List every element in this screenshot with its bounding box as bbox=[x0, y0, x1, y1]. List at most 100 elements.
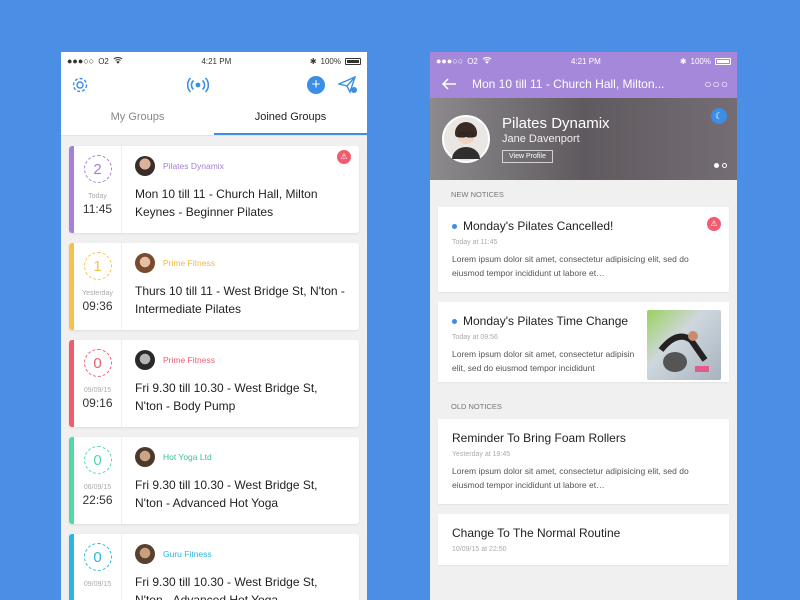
avatar bbox=[135, 350, 155, 370]
card-body: Pilates Dynamix Mon 10 till 11 - Church … bbox=[122, 146, 359, 233]
group-name: Hot Yoga Ltd bbox=[163, 452, 212, 462]
battery-percent: 100% bbox=[690, 56, 711, 66]
header: ●●●○○ O2 4:21 PM ✱ 100% Mon 10 till 11 -… bbox=[430, 52, 737, 98]
group-card[interactable]: 0 09/09/15 09:16 Prime Fitness Fri 9.30 … bbox=[69, 340, 359, 427]
avatar bbox=[135, 447, 155, 467]
notice-title: Monday's Pilates Cancelled! bbox=[463, 219, 614, 233]
notice-card[interactable]: Monday's Pilates Time Change Today at 09… bbox=[438, 302, 729, 382]
card-body: Prime Fitness Thurs 10 till 11 - West Br… bbox=[122, 243, 359, 330]
notice-card[interactable]: Reminder To Bring Foam Rollers Yesterday… bbox=[438, 419, 729, 504]
bluetooth-icon: ✱ bbox=[679, 56, 687, 66]
unread-count: 1 bbox=[83, 252, 112, 280]
view-profile-button[interactable]: View Profile bbox=[502, 150, 553, 163]
card-date-column: 2 Today 11:45 bbox=[74, 146, 122, 233]
moon-icon[interactable]: ☾ bbox=[711, 108, 727, 124]
card-body: Hot Yoga Ltd Fri 9.30 till 10.30 - West … bbox=[122, 437, 359, 524]
group-name: Prime Fitness bbox=[163, 355, 215, 365]
card-time: 09:36 bbox=[82, 299, 113, 313]
new-notices-heading: NEW NOTICES bbox=[451, 190, 504, 199]
status-bar: ●●●○○ O2 4:21 PM ✱ 100% bbox=[61, 52, 367, 70]
card-date: 06/09/15 bbox=[83, 484, 112, 491]
group-card[interactable]: 0 09/09/15 Guru Fitness Fri 9.30 till 10… bbox=[69, 534, 359, 600]
page-title: Mon 10 till 11 - Church Hall, Milton... bbox=[472, 77, 665, 91]
avatar bbox=[135, 253, 155, 273]
back-arrow-icon[interactable] bbox=[438, 73, 460, 95]
battery-icon bbox=[714, 57, 731, 65]
group-name: Prime Fitness bbox=[163, 258, 215, 268]
battery-icon bbox=[344, 57, 361, 65]
card-body: Guru Fitness Fri 9.30 till 10.30 - West … bbox=[122, 534, 359, 600]
notice-title: Change To The Normal Routine bbox=[452, 526, 621, 540]
group-name: Guru Fitness bbox=[163, 549, 212, 559]
more-options-icon[interactable]: ○○○ bbox=[704, 77, 729, 91]
group-name: Pilates Dynamix bbox=[502, 115, 610, 132]
group-tabs: My Groups Joined Groups bbox=[61, 100, 367, 136]
notice-card[interactable]: Change To The Normal Routine 10/09/15 at… bbox=[438, 514, 729, 565]
card-date-column: 0 09/09/15 09:16 bbox=[74, 340, 122, 427]
owner-name: Jane Davenport bbox=[502, 133, 580, 145]
notice-date: Today at 11:45 bbox=[452, 239, 498, 246]
unread-count: 0 bbox=[83, 349, 112, 377]
signal-icon: ●●●○○ bbox=[67, 56, 95, 66]
card-date-column: 1 Yesterday 09:36 bbox=[74, 243, 122, 330]
notice-title: Reminder To Bring Foam Rollers bbox=[452, 431, 626, 445]
unread-count: 2 bbox=[83, 155, 112, 183]
send-notice-button[interactable] bbox=[337, 74, 359, 96]
notice-title: Monday's Pilates Time Change bbox=[463, 314, 629, 328]
card-time: 11:45 bbox=[82, 202, 113, 216]
card-date: Today bbox=[88, 193, 107, 200]
pager-dot[interactable] bbox=[714, 163, 719, 168]
notices-screen: ●●●○○ O2 4:21 PM ✱ 100% Mon 10 till 11 -… bbox=[430, 52, 737, 600]
card-date-column: 0 09/09/15 bbox=[74, 534, 122, 600]
carrier-label: O2 bbox=[467, 56, 478, 66]
plus-icon: + bbox=[307, 76, 325, 94]
card-body: Prime Fitness Fri 9.30 till 10.30 - West… bbox=[122, 340, 359, 427]
card-title: Fri 9.30 till 10.30 - West Bridge St, N'… bbox=[135, 381, 318, 413]
card-time: 09:16 bbox=[82, 396, 113, 410]
card-date: 09/09/15 bbox=[83, 581, 112, 588]
status-bar: ●●●○○ O2 4:21 PM ✱ 100% bbox=[430, 52, 737, 70]
avatar bbox=[135, 156, 155, 176]
card-title: Mon 10 till 11 - Church Hall, Milton Key… bbox=[135, 187, 318, 219]
notice-date: 10/09/15 at 22:50 bbox=[452, 546, 507, 553]
signal-icon: ●●●○○ bbox=[436, 56, 464, 66]
carrier-label: O2 bbox=[98, 56, 109, 66]
notice-thumbnail[interactable] bbox=[647, 310, 721, 380]
avatar bbox=[442, 115, 490, 163]
card-title: Fri 9.30 till 10.30 - West Bridge St, N'… bbox=[135, 575, 318, 600]
notice-date: Yesterday at 19:45 bbox=[452, 451, 511, 458]
card-date: 09/09/15 bbox=[83, 387, 112, 394]
avatar bbox=[135, 544, 155, 564]
group-profile-banner: Pilates Dynamix Jane Davenport View Prof… bbox=[430, 98, 737, 180]
group-card[interactable]: 1 Yesterday 09:36 Prime Fitness Thurs 10… bbox=[69, 243, 359, 330]
wifi-icon bbox=[113, 56, 123, 66]
tab-joined-groups[interactable]: Joined Groups bbox=[214, 100, 367, 135]
alert-icon: ⚠ bbox=[707, 217, 721, 231]
tab-my-groups[interactable]: My Groups bbox=[61, 100, 214, 135]
card-time: 22:56 bbox=[82, 493, 113, 507]
pager-dot[interactable] bbox=[722, 163, 727, 168]
unread-count: 0 bbox=[83, 446, 112, 474]
alert-icon: ⚠ bbox=[337, 150, 351, 164]
pager-dots bbox=[714, 163, 727, 168]
clock: 4:21 PM bbox=[570, 56, 601, 66]
clock: 4:21 PM bbox=[201, 56, 232, 66]
unread-dot bbox=[452, 223, 457, 229]
notice-text: Lorem ipsum dolor sit amet, consectetur … bbox=[452, 254, 689, 278]
card-date: Yesterday bbox=[82, 290, 113, 297]
notice-card[interactable]: Monday's Pilates Cancelled! Today at 11:… bbox=[438, 207, 729, 292]
nav-bar: Mon 10 till 11 - Church Hall, Milton... … bbox=[430, 70, 737, 98]
old-notices-heading: OLD NOTICES bbox=[451, 402, 502, 411]
wifi-icon bbox=[482, 56, 492, 66]
settings-gear-icon[interactable] bbox=[69, 74, 91, 96]
group-list: 2 Today 11:45 Pilates Dynamix Mon 10 til… bbox=[61, 136, 367, 600]
broadcast-icon bbox=[187, 74, 209, 96]
card-date-column: 0 06/09/15 22:56 bbox=[74, 437, 122, 524]
group-card[interactable]: 2 Today 11:45 Pilates Dynamix Mon 10 til… bbox=[69, 146, 359, 233]
add-button[interactable]: + bbox=[305, 74, 327, 96]
groups-screen: ●●●○○ O2 4:21 PM ✱ 100% + My Groups Join… bbox=[61, 52, 367, 600]
battery-percent: 100% bbox=[320, 56, 341, 66]
unread-dot bbox=[452, 318, 457, 324]
notice-text: Lorem ipsum dolor sit amet, consectetur … bbox=[452, 466, 689, 490]
group-card[interactable]: 0 06/09/15 22:56 Hot Yoga Ltd Fri 9.30 t… bbox=[69, 437, 359, 524]
